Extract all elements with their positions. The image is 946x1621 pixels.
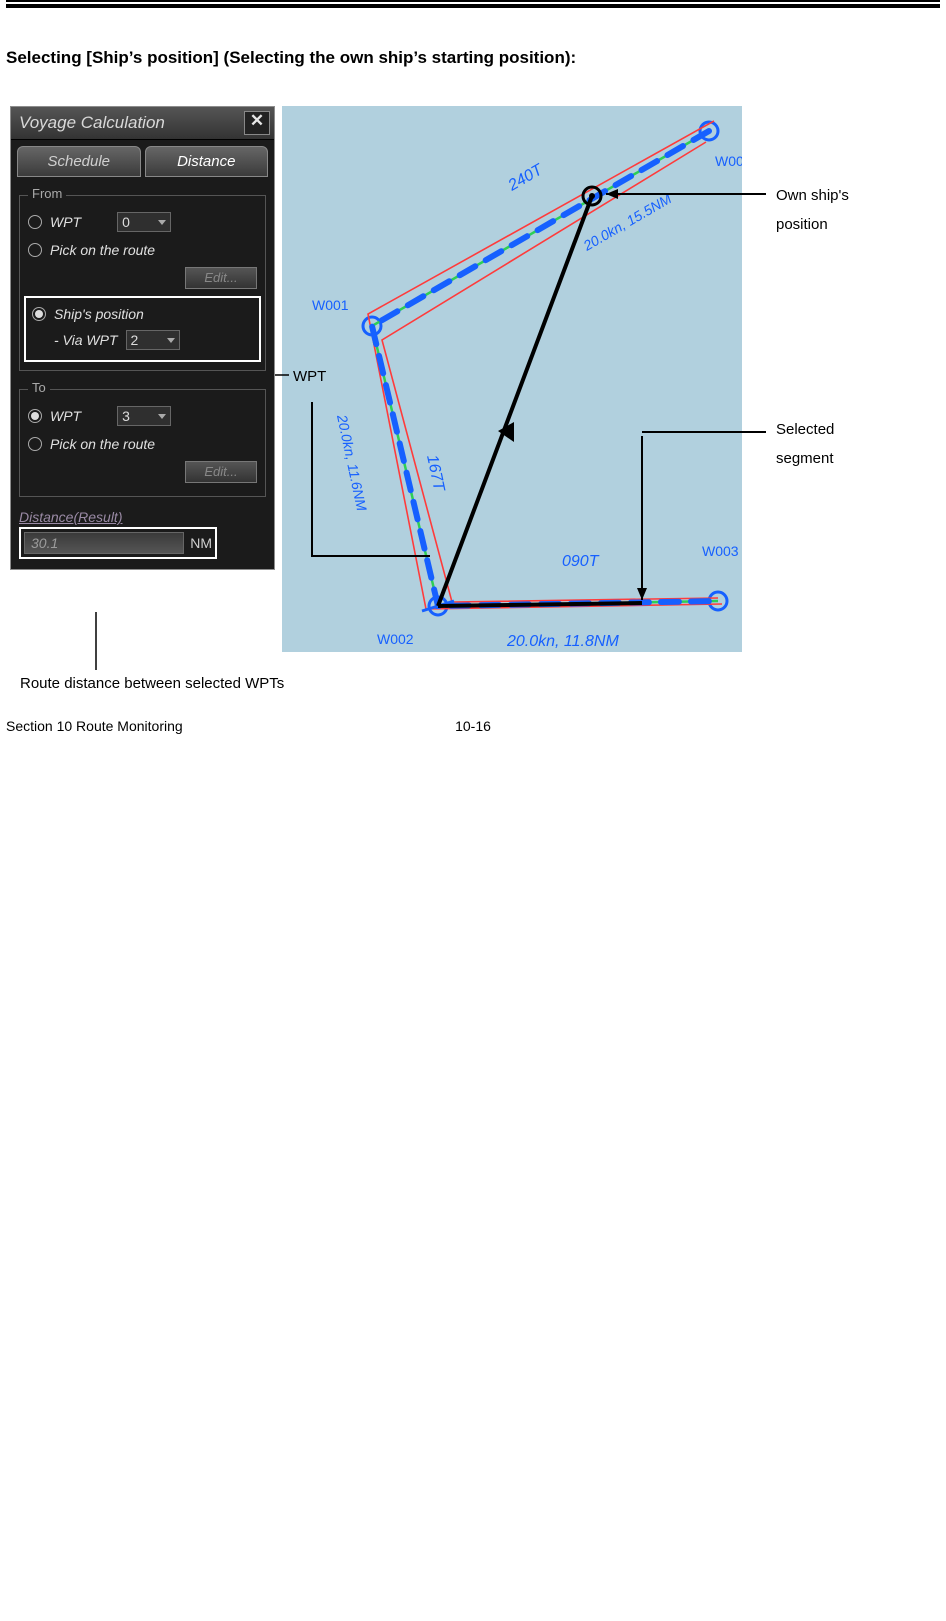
combo-from-wpt-value: 0 bbox=[122, 214, 130, 230]
label-from-pick: Pick on the route bbox=[50, 242, 155, 258]
callout-own-ship-line1: Own ship's bbox=[776, 182, 946, 211]
radio-to-pick[interactable] bbox=[28, 437, 42, 451]
radio-to-wpt[interactable] bbox=[28, 409, 42, 423]
tab-schedule[interactable]: Schedule bbox=[17, 146, 141, 177]
callout-selected-line2: segment bbox=[776, 445, 946, 474]
chevron-down-icon bbox=[158, 220, 166, 225]
distance-output: 30.1 bbox=[24, 532, 184, 554]
label-w000: W000 bbox=[715, 153, 742, 169]
label-from-wpt: WPT bbox=[50, 214, 81, 230]
label-ship-position: Ship's position bbox=[54, 306, 144, 322]
ship-position-highlight: Ship's position - Via WPT 2 bbox=[24, 296, 261, 362]
distance-highlight: 30.1 NM bbox=[19, 527, 217, 559]
label-w002: W002 bbox=[377, 631, 414, 647]
tab-distance[interactable]: Distance bbox=[145, 146, 269, 177]
dialog-titlebar: Voyage Calculation ✕ bbox=[11, 107, 274, 140]
label-seg2: 20.0kn, 11.6NM bbox=[334, 412, 370, 512]
footer-section: Section 10 Route Monitoring bbox=[6, 718, 183, 734]
combo-via-wpt[interactable]: 2 bbox=[126, 330, 180, 350]
page-footer: Section 10 Route Monitoring 10-16 bbox=[0, 718, 946, 734]
annotation-wpt: WPT bbox=[293, 368, 326, 385]
callout-selected-segment: Selected segment bbox=[776, 416, 946, 473]
label-to-pick: Pick on the route bbox=[50, 436, 155, 452]
label-167T: 167T bbox=[423, 453, 447, 493]
close-icon: ✕ bbox=[250, 111, 264, 130]
combo-from-wpt[interactable]: 0 bbox=[117, 212, 171, 232]
combo-to-wpt[interactable]: 3 bbox=[117, 406, 171, 426]
radio-from-pick[interactable] bbox=[28, 243, 42, 257]
label-090T: 090T bbox=[562, 553, 600, 570]
result-section: Distance(Result) 30.1 NM bbox=[19, 509, 266, 559]
callout-own-ship-line2: position bbox=[776, 211, 946, 240]
result-title: Distance(Result) bbox=[19, 509, 266, 525]
label-to-wpt: WPT bbox=[50, 408, 81, 424]
annotation-route-distance: Route distance between selected WPTs bbox=[20, 675, 284, 692]
group-to-legend: To bbox=[28, 380, 50, 395]
edit-to-button[interactable]: Edit... bbox=[185, 461, 257, 483]
chevron-down-icon bbox=[167, 338, 175, 343]
callout-own-ship: Own ship's position bbox=[776, 182, 946, 239]
callout-selected-line1: Selected bbox=[776, 416, 946, 445]
chevron-down-icon bbox=[158, 414, 166, 419]
group-from: From WPT 0 Pick on the route Edit... bbox=[19, 195, 266, 371]
top-rule bbox=[6, 0, 940, 8]
radio-from-wpt[interactable] bbox=[28, 215, 42, 229]
route-chart: W000 W001 W002 W003 240T 20.0kn, 15.5NM … bbox=[282, 106, 742, 652]
group-to: To WPT 3 Pick on the route Edit... bbox=[19, 389, 266, 497]
combo-via-wpt-value: 2 bbox=[131, 332, 139, 348]
dialog-title: Voyage Calculation bbox=[19, 113, 165, 133]
page-heading: Selecting [Ship’s position] (Selecting t… bbox=[6, 48, 946, 68]
combo-to-wpt-value: 3 bbox=[122, 408, 130, 424]
label-via-wpt: - Via WPT bbox=[54, 332, 118, 348]
distance-unit: NM bbox=[190, 535, 212, 551]
group-from-legend: From bbox=[28, 186, 66, 201]
label-seg3: 20.0kn, 11.8NM bbox=[506, 633, 619, 650]
label-w003: W003 bbox=[702, 543, 739, 559]
close-button[interactable]: ✕ bbox=[244, 111, 270, 135]
radio-ship-position[interactable] bbox=[32, 307, 46, 321]
label-240T: 240T bbox=[505, 161, 547, 195]
edit-from-button[interactable]: Edit... bbox=[185, 267, 257, 289]
figure: W000 W001 W002 W003 240T 20.0kn, 15.5NM … bbox=[6, 102, 946, 692]
label-w001: W001 bbox=[312, 297, 349, 313]
voyage-calculation-dialog: Voyage Calculation ✕ Schedule Distance F… bbox=[10, 106, 275, 570]
footer-page-number: 10-16 bbox=[455, 718, 491, 734]
